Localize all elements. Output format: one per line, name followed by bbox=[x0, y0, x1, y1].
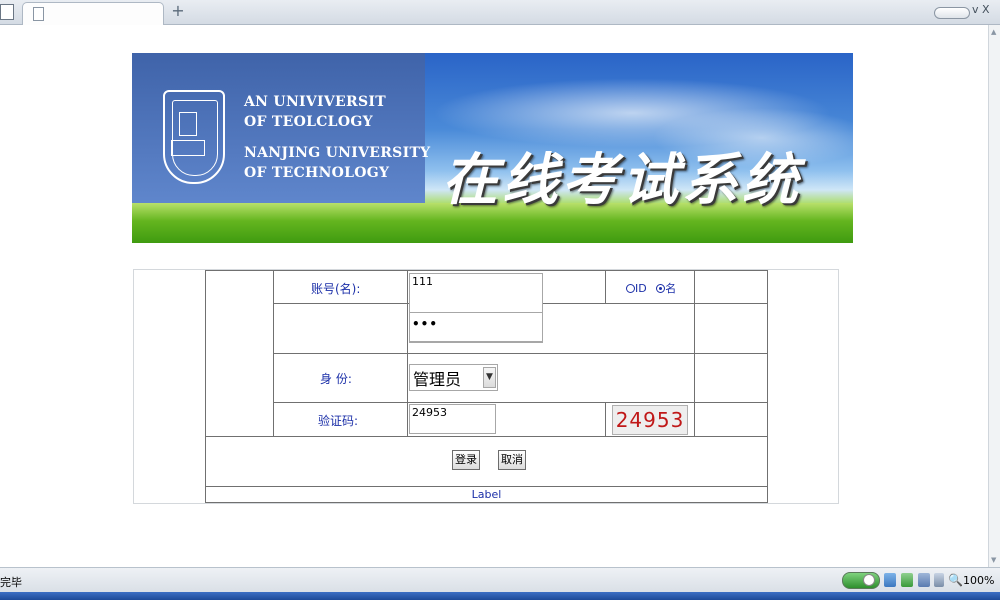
table-divider bbox=[205, 486, 768, 487]
password-input-value: ••• bbox=[412, 317, 439, 331]
footer-label: Label bbox=[471, 488, 502, 501]
radio-id-label[interactable]: ID bbox=[635, 282, 647, 295]
shield-icon[interactable] bbox=[901, 573, 913, 587]
page-icon bbox=[33, 7, 44, 21]
speaker-icon[interactable] bbox=[934, 573, 944, 587]
download-icon[interactable] bbox=[918, 573, 930, 587]
status-text: 完毕 bbox=[0, 576, 22, 589]
university-name-en-4: OF TECHNOLOGY bbox=[244, 165, 390, 181]
university-name-en-3: NANJING UNIVERSITY bbox=[244, 145, 431, 161]
system-title: 在线考试系统 bbox=[442, 147, 802, 213]
account-input-value: 111 bbox=[412, 275, 433, 288]
table-divider bbox=[273, 353, 767, 354]
role-selected-value: 管理员 bbox=[413, 370, 462, 389]
table-divider bbox=[205, 436, 768, 437]
browser-tab[interactable] bbox=[22, 2, 164, 25]
captcha-image[interactable]: 24953 bbox=[612, 405, 688, 435]
university-name-en-2: OF TEOLCLOGY bbox=[244, 114, 373, 130]
radio-name-label[interactable]: 名 bbox=[665, 282, 676, 295]
captcha-label: 验证码: bbox=[318, 414, 359, 428]
radio-name-icon[interactable] bbox=[656, 284, 666, 293]
toggle-switch[interactable] bbox=[842, 572, 880, 589]
bookmark-icon[interactable] bbox=[884, 573, 896, 587]
captcha-image-text: 24953 bbox=[615, 408, 685, 432]
table-divider bbox=[605, 270, 606, 304]
table-divider bbox=[605, 403, 606, 436]
role-label: 身 份: bbox=[320, 372, 352, 386]
table-divider bbox=[273, 402, 767, 403]
cancel-button[interactable]: 取消 bbox=[498, 450, 526, 470]
browser-tab-bar: + v X bbox=[0, 0, 1000, 25]
role-select[interactable]: 管理员 ▼ bbox=[409, 364, 498, 391]
menu-pill-button[interactable] bbox=[934, 7, 970, 19]
vertical-scrollbar[interactable]: ▲ ▼ bbox=[988, 25, 1000, 567]
zoom-level[interactable]: 100% bbox=[963, 574, 994, 587]
new-tab-button[interactable]: + bbox=[170, 2, 186, 20]
login-type-radio-group: ID 名 bbox=[626, 280, 676, 296]
account-label: 账号(名): bbox=[311, 282, 361, 296]
login-button[interactable]: 登录 bbox=[452, 450, 480, 470]
password-input[interactable]: ••• bbox=[409, 312, 543, 342]
university-name-en-1: AN UNIVIVERSIT bbox=[244, 94, 386, 110]
captcha-input-value: 24953 bbox=[412, 406, 447, 419]
scroll-up-icon[interactable]: ▲ bbox=[991, 28, 996, 36]
header-banner: AN UNIVIVERSIT OF TEOLCLOGY NANJING UNIV… bbox=[132, 53, 853, 243]
window-controls[interactable]: v X bbox=[972, 3, 990, 16]
radio-id-icon[interactable] bbox=[626, 284, 635, 293]
university-emblem-icon bbox=[163, 90, 225, 184]
zoom-icon[interactable]: 🔍 bbox=[948, 573, 963, 587]
scroll-down-icon[interactable]: ▼ bbox=[991, 556, 996, 564]
chevron-down-icon[interactable]: ▼ bbox=[483, 367, 496, 388]
window-icon[interactable] bbox=[0, 4, 14, 20]
os-taskbar bbox=[0, 592, 1000, 600]
status-bar: 完毕 🔍 100% bbox=[0, 567, 1000, 593]
captcha-input[interactable]: 24953 bbox=[409, 404, 496, 434]
